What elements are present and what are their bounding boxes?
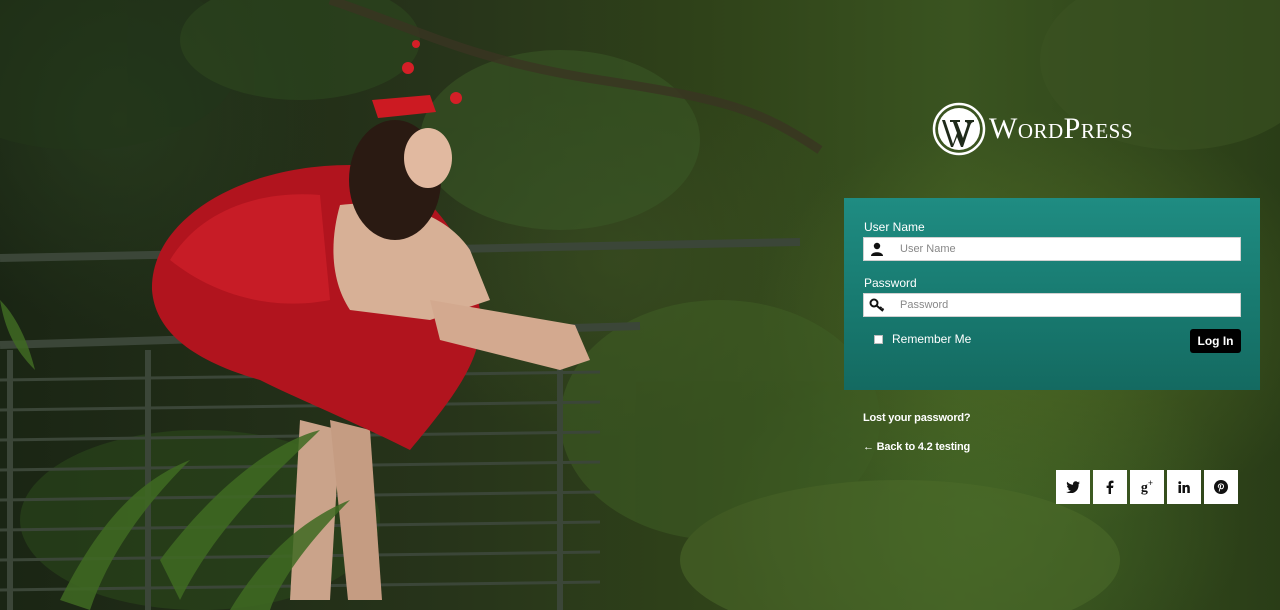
remember-me[interactable]: Remember Me	[865, 332, 971, 346]
password-input[interactable]	[890, 295, 1240, 315]
linkedin-icon	[1178, 481, 1190, 493]
wordpress-wordmark: WordPress	[989, 112, 1134, 145]
pinterest-button[interactable]	[1204, 470, 1238, 504]
back-to-site-link[interactable]: ← Back to 4.2 testing	[863, 441, 970, 453]
wordpress-logo[interactable]: WordPress	[932, 102, 1133, 156]
password-label: Password	[864, 276, 917, 290]
wordpress-logo-icon	[932, 102, 986, 156]
username-label: User Name	[864, 220, 925, 234]
pinterest-icon	[1214, 480, 1228, 494]
remember-me-label: Remember Me	[892, 332, 972, 346]
google-plus-icon: g+	[1140, 477, 1154, 496]
remember-me-checkbox[interactable]	[874, 334, 883, 344]
password-field[interactable]	[863, 293, 1241, 317]
lost-password-link[interactable]: Lost your password?	[863, 412, 971, 424]
login-form: User Name Password Remember Me Log In	[844, 198, 1260, 390]
twitter-icon	[1066, 481, 1080, 493]
username-field[interactable]	[863, 237, 1241, 261]
username-input[interactable]	[890, 239, 1240, 259]
key-icon	[864, 294, 890, 316]
login-button[interactable]: Log In	[1190, 329, 1241, 353]
social-links: g+	[1056, 470, 1238, 504]
linkedin-button[interactable]	[1167, 470, 1201, 504]
twitter-button[interactable]	[1056, 470, 1090, 504]
facebook-button[interactable]	[1093, 470, 1127, 504]
user-icon	[864, 238, 890, 260]
google-plus-button[interactable]: g+	[1130, 470, 1164, 504]
facebook-icon	[1106, 480, 1114, 494]
